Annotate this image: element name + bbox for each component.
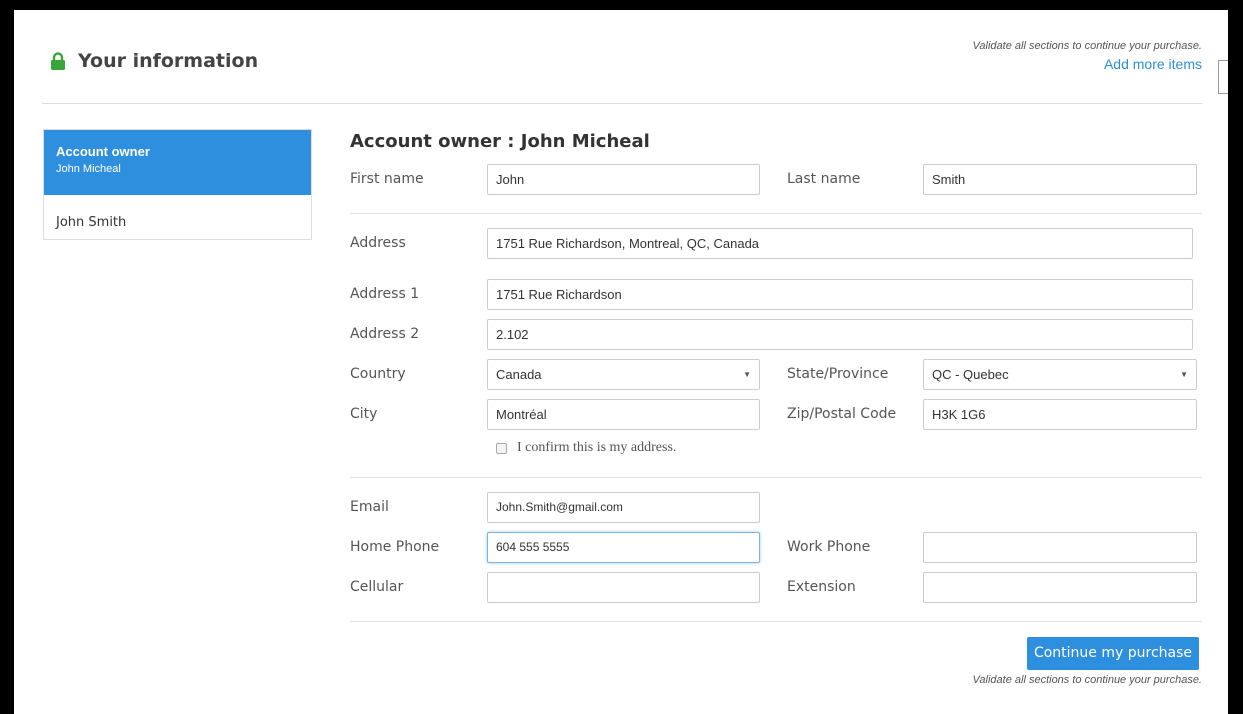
chevron-down-icon: ▼ [743,370,751,379]
email-label: Email [350,499,389,515]
divider [350,477,1202,478]
work-phone-label: Work Phone [787,539,871,555]
confirm-address-row: I confirm this is my address. [496,440,676,456]
last-name-field[interactable]: Smith [923,164,1197,195]
continue-purchase-button[interactable]: Continue my purchase [1027,637,1199,670]
address-field[interactable]: 1751 Rue Richardson, Montreal, QC, Canad… [487,228,1193,259]
zip-label: Zip/Postal Code [787,406,897,422]
sidebar-item-subtitle: John Micheal [56,163,121,175]
section-header: Your information [50,50,258,72]
header-divider [42,103,1202,104]
validate-note-bottom: Validate all sections to continue your p… [972,674,1202,686]
country-label: Country [350,366,406,382]
add-more-items-link[interactable]: Add more items [972,56,1202,72]
divider [350,621,1202,622]
side-tab[interactable] [1218,60,1228,94]
confirm-address-label: I confirm this is my address. [517,440,677,455]
lock-icon [50,52,66,70]
confirm-address-checkbox[interactable] [496,442,507,454]
country-value: Canada [496,367,542,382]
zip-field[interactable]: H3K 1G6 [923,399,1197,430]
address2-field[interactable]: 2.102 [487,319,1193,350]
city-label: City [350,406,378,422]
validate-note: Validate all sections to continue your p… [972,40,1202,52]
cellular-label: Cellular [350,579,404,595]
divider [350,213,1202,214]
sidebar-item-title: John Smith [56,215,127,230]
form-section-title: Account owner : John Micheal [350,131,650,152]
city-field[interactable]: Montréal [487,399,760,430]
country-select[interactable]: Canada ▼ [487,359,760,390]
owner-sidebar: Account owner John Micheal John Smith [43,129,312,240]
work-phone-field[interactable] [923,532,1197,563]
state-label: State/Province [787,366,889,382]
chevron-down-icon: ▼ [1180,370,1188,379]
home-phone-field[interactable]: 604 555 5555 [487,532,760,563]
home-phone-label: Home Phone [350,539,440,555]
first-name-field[interactable]: John [487,164,760,195]
sidebar-item-john-smith[interactable]: John Smith [44,195,311,239]
address2-label: Address 2 [350,326,420,342]
address1-label: Address 1 [350,286,420,302]
sidebar-item-title: Account owner [56,144,150,159]
extension-label: Extension [787,579,856,595]
cellular-field[interactable] [487,572,760,603]
sidebar-item-account-owner[interactable]: Account owner John Micheal [44,130,311,195]
extension-field[interactable] [923,572,1197,603]
checkout-panel: Your information Validate all sections t… [14,10,1228,714]
state-value: QC - Quebec [932,367,1009,382]
page-title: Your information [78,50,259,72]
first-name-label: First name [350,171,424,187]
address-label: Address [350,235,406,251]
address1-field[interactable]: 1751 Rue Richardson [487,279,1193,310]
state-select[interactable]: QC - Quebec ▼ [923,359,1197,390]
email-field[interactable]: John.Smith@gmail.com [487,492,760,523]
header-actions: Validate all sections to continue your p… [972,40,1202,72]
last-name-label: Last name [787,171,861,187]
